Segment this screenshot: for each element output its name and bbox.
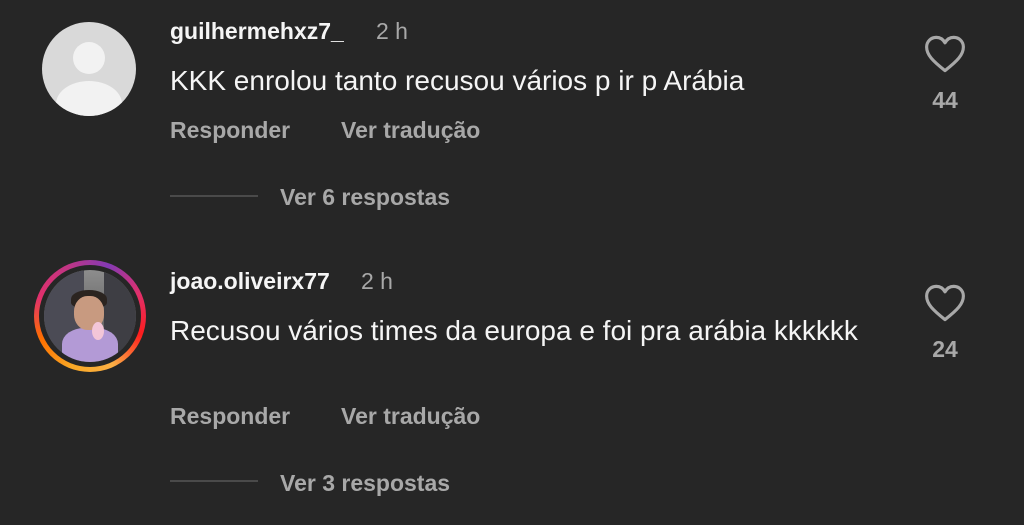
avatar[interactable] bbox=[34, 260, 146, 372]
like-count: 24 bbox=[932, 336, 958, 362]
default-avatar-body bbox=[56, 81, 122, 116]
comment-text: Recusou vários times da europa e foi pra… bbox=[170, 315, 858, 346]
reply-button[interactable]: Responder bbox=[170, 403, 290, 430]
comment-username[interactable]: guilhermehxz7_ bbox=[170, 18, 344, 45]
comment-text: KKK enrolou tanto recusou vários p ir p … bbox=[170, 65, 745, 96]
avatar[interactable] bbox=[42, 22, 136, 116]
replies-divider bbox=[170, 480, 258, 482]
view-replies-button[interactable]: Ver 6 respostas bbox=[280, 184, 450, 211]
reply-button[interactable]: Responder bbox=[170, 117, 290, 144]
avatar-photo bbox=[44, 270, 136, 362]
default-avatar-head bbox=[73, 42, 105, 74]
translate-button[interactable]: Ver tradução bbox=[341, 117, 480, 144]
comment-username[interactable]: joao.oliveirx77 bbox=[170, 268, 330, 295]
translate-button[interactable]: Ver tradução bbox=[341, 403, 480, 430]
like-count: 44 bbox=[932, 87, 958, 113]
comment-time: 2 h bbox=[376, 18, 408, 44]
heart-icon[interactable] bbox=[924, 34, 966, 74]
view-replies-button[interactable]: Ver 3 respostas bbox=[280, 470, 450, 497]
heart-icon[interactable] bbox=[924, 283, 966, 323]
comment-time: 2 h bbox=[361, 268, 393, 294]
replies-divider bbox=[170, 195, 258, 197]
